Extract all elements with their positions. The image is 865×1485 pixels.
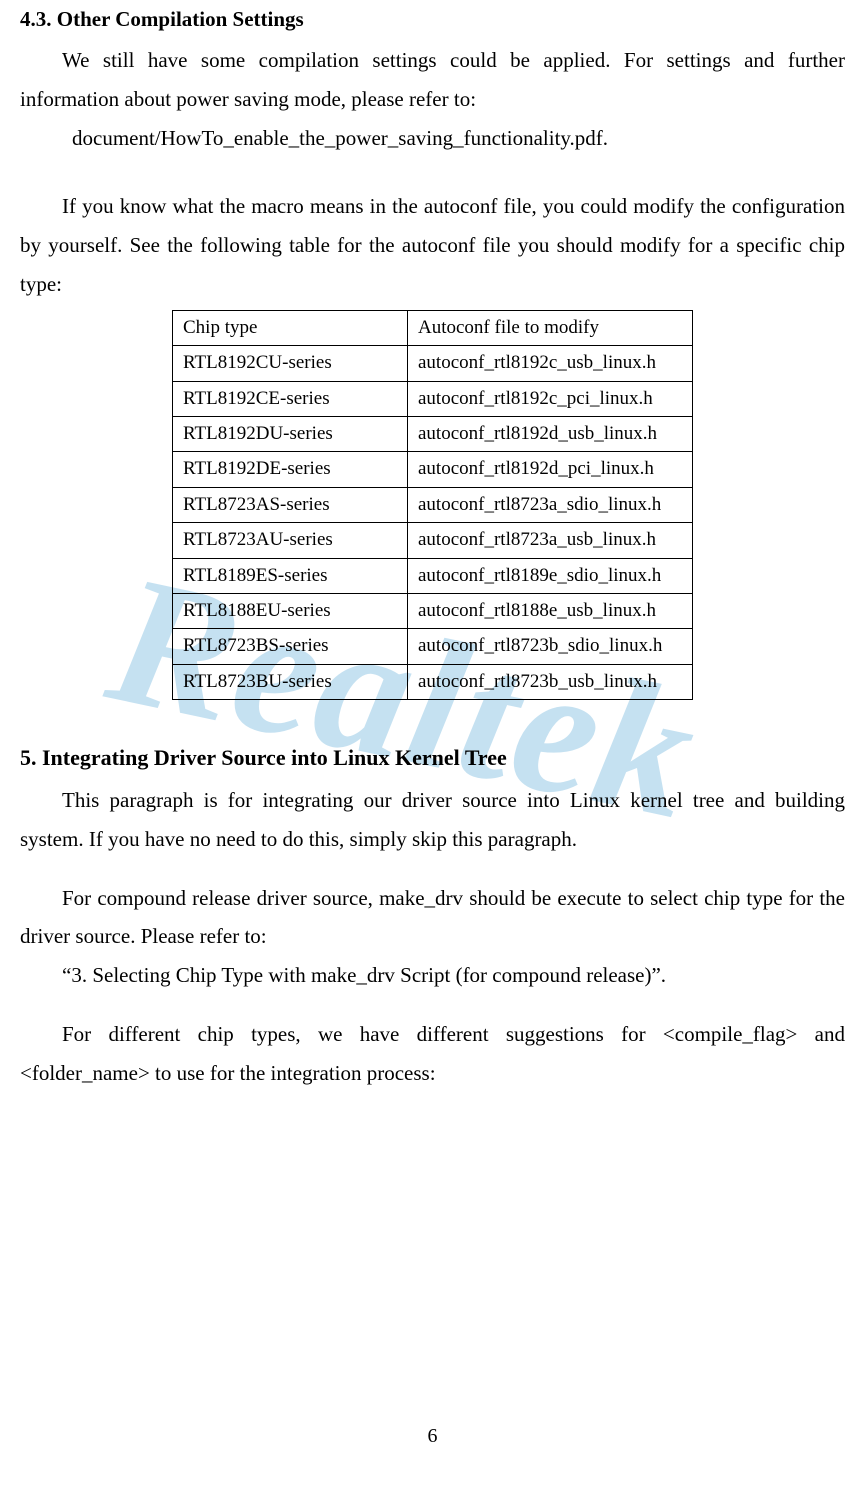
cell-chip: RTL8192DE-series bbox=[173, 452, 408, 487]
cell-file: autoconf_rtl8189e_sdio_linux.h bbox=[408, 558, 693, 593]
heading-4-3: 4.3. Other Compilation Settings bbox=[20, 0, 845, 39]
page-content: 4.3. Other Compilation Settings We still… bbox=[20, 0, 845, 1093]
cell-chip: RTL8723BS-series bbox=[173, 629, 408, 664]
table-row: RTL8723BS-seriesautoconf_rtl8723b_sdio_l… bbox=[173, 629, 693, 664]
th-chip-type: Chip type bbox=[173, 310, 408, 345]
cell-file: autoconf_rtl8192c_usb_linux.h bbox=[408, 346, 693, 381]
sec43-p1-path: document/HowTo_enable_the_power_saving_f… bbox=[20, 119, 845, 158]
heading-5: 5. Integrating Driver Source into Linux … bbox=[20, 738, 845, 779]
cell-file: autoconf_rtl8188e_usb_linux.h bbox=[408, 594, 693, 629]
table-row: RTL8188EU-seriesautoconf_rtl8188e_usb_li… bbox=[173, 594, 693, 629]
cell-file: autoconf_rtl8192c_pci_linux.h bbox=[408, 381, 693, 416]
table-row: RTL8723AU-seriesautoconf_rtl8723a_usb_li… bbox=[173, 523, 693, 558]
table-header-row: Chip type Autoconf file to modify bbox=[173, 310, 693, 345]
cell-file: autoconf_rtl8723a_sdio_linux.h bbox=[408, 487, 693, 522]
table-row: RTL8723BU-seriesautoconf_rtl8723b_usb_li… bbox=[173, 664, 693, 699]
table-row: RTL8192DU-seriesautoconf_rtl8192d_usb_li… bbox=[173, 417, 693, 452]
cell-file: autoconf_rtl8192d_pci_linux.h bbox=[408, 452, 693, 487]
th-autoconf-file: Autoconf file to modify bbox=[408, 310, 693, 345]
cell-chip: RTL8723BU-series bbox=[173, 664, 408, 699]
cell-file: autoconf_rtl8723b_sdio_linux.h bbox=[408, 629, 693, 664]
sec5-p3: For different chip types, we have differ… bbox=[20, 1015, 845, 1093]
table-row: RTL8723AS-seriesautoconf_rtl8723a_sdio_l… bbox=[173, 487, 693, 522]
table-row: RTL8189ES-seriesautoconf_rtl8189e_sdio_l… bbox=[173, 558, 693, 593]
table-row: RTL8192DE-seriesautoconf_rtl8192d_pci_li… bbox=[173, 452, 693, 487]
sec5-p2: For compound release driver source, make… bbox=[20, 879, 845, 957]
sec5-p2-ref: “3. Selecting Chip Type with make_drv Sc… bbox=[20, 956, 845, 995]
autoconf-table: Chip type Autoconf file to modify RTL819… bbox=[172, 310, 693, 700]
sec43-p1: We still have some compilation settings … bbox=[20, 41, 845, 119]
cell-chip: RTL8192CU-series bbox=[173, 346, 408, 381]
page-number: 6 bbox=[0, 1418, 865, 1455]
table-row: RTL8192CE-seriesautoconf_rtl8192c_pci_li… bbox=[173, 381, 693, 416]
sec5-p1: This paragraph is for integrating our dr… bbox=[20, 781, 845, 859]
table-row: RTL8192CU-seriesautoconf_rtl8192c_usb_li… bbox=[173, 346, 693, 381]
cell-chip: RTL8192CE-series bbox=[173, 381, 408, 416]
sec43-p2: If you know what the macro means in the … bbox=[20, 187, 845, 304]
cell-chip: RTL8723AU-series bbox=[173, 523, 408, 558]
cell-chip: RTL8192DU-series bbox=[173, 417, 408, 452]
cell-chip: RTL8188EU-series bbox=[173, 594, 408, 629]
cell-file: autoconf_rtl8723b_usb_linux.h bbox=[408, 664, 693, 699]
cell-chip: RTL8189ES-series bbox=[173, 558, 408, 593]
cell-chip: RTL8723AS-series bbox=[173, 487, 408, 522]
cell-file: autoconf_rtl8723a_usb_linux.h bbox=[408, 523, 693, 558]
cell-file: autoconf_rtl8192d_usb_linux.h bbox=[408, 417, 693, 452]
